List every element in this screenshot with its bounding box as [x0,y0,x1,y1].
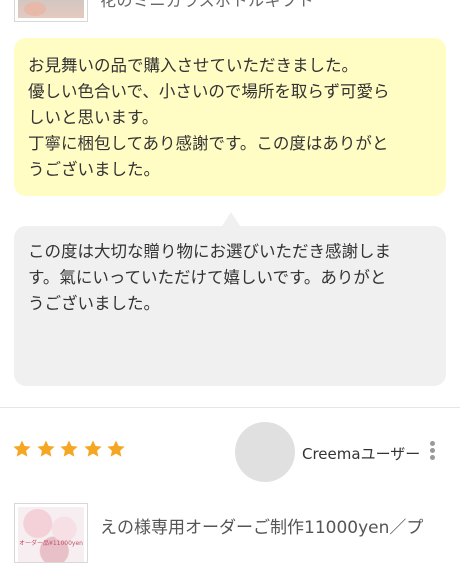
reviewer-name[interactable]: Creemaユーザー [302,443,420,464]
reply-line: この度は大切な贈り物にお選びいただき感謝しま [28,242,391,261]
review-line: 丁寧に梱包してあり感謝です。この度はありがと [28,134,389,153]
review-comment: お見舞いの品で購入させていただきました。 優しい色合いで、小さいので場所を取らず… [14,38,446,196]
review-line: うございました。 [28,160,160,179]
thumbnail-caption: オーダー品¥11000yen [19,540,83,547]
previous-product[interactable]: 花のミニガラスボトルギフト [0,0,460,26]
reply-line: す。氣にいっていただけて嬉しいです。ありがと [28,268,387,287]
reviewed-product-thumbnail[interactable]: オーダー品¥11000yen [14,503,88,563]
star-icon [36,439,56,459]
previous-product-title[interactable]: 花のミニガラスボトルギフト [100,0,314,11]
review-line: お見舞いの品で購入させていただきました。 [28,56,358,75]
reviewed-product-title[interactable]: えの様専用オーダーご制作11000yen／プ [100,515,423,541]
star-icon [59,439,79,459]
star-icon [106,439,126,459]
star-rating [12,439,130,463]
reply-bubble-tail [222,212,240,226]
review-divider [0,407,460,408]
seller-reply: この度は大切な贈り物にお選びいただき感謝しま す。氣にいっていただけて嬉しいです… [14,226,446,386]
review-line: 優しい色合いで、小さいので場所を取らず可愛ら [28,82,390,101]
star-icon [12,439,32,459]
reply-line: うございました。 [28,294,160,313]
avatar[interactable] [235,422,295,482]
star-icon [83,439,103,459]
more-options-icon[interactable] [425,441,439,465]
review-line: しいと思います。 [28,108,159,127]
previous-product-thumbnail[interactable] [14,0,88,22]
